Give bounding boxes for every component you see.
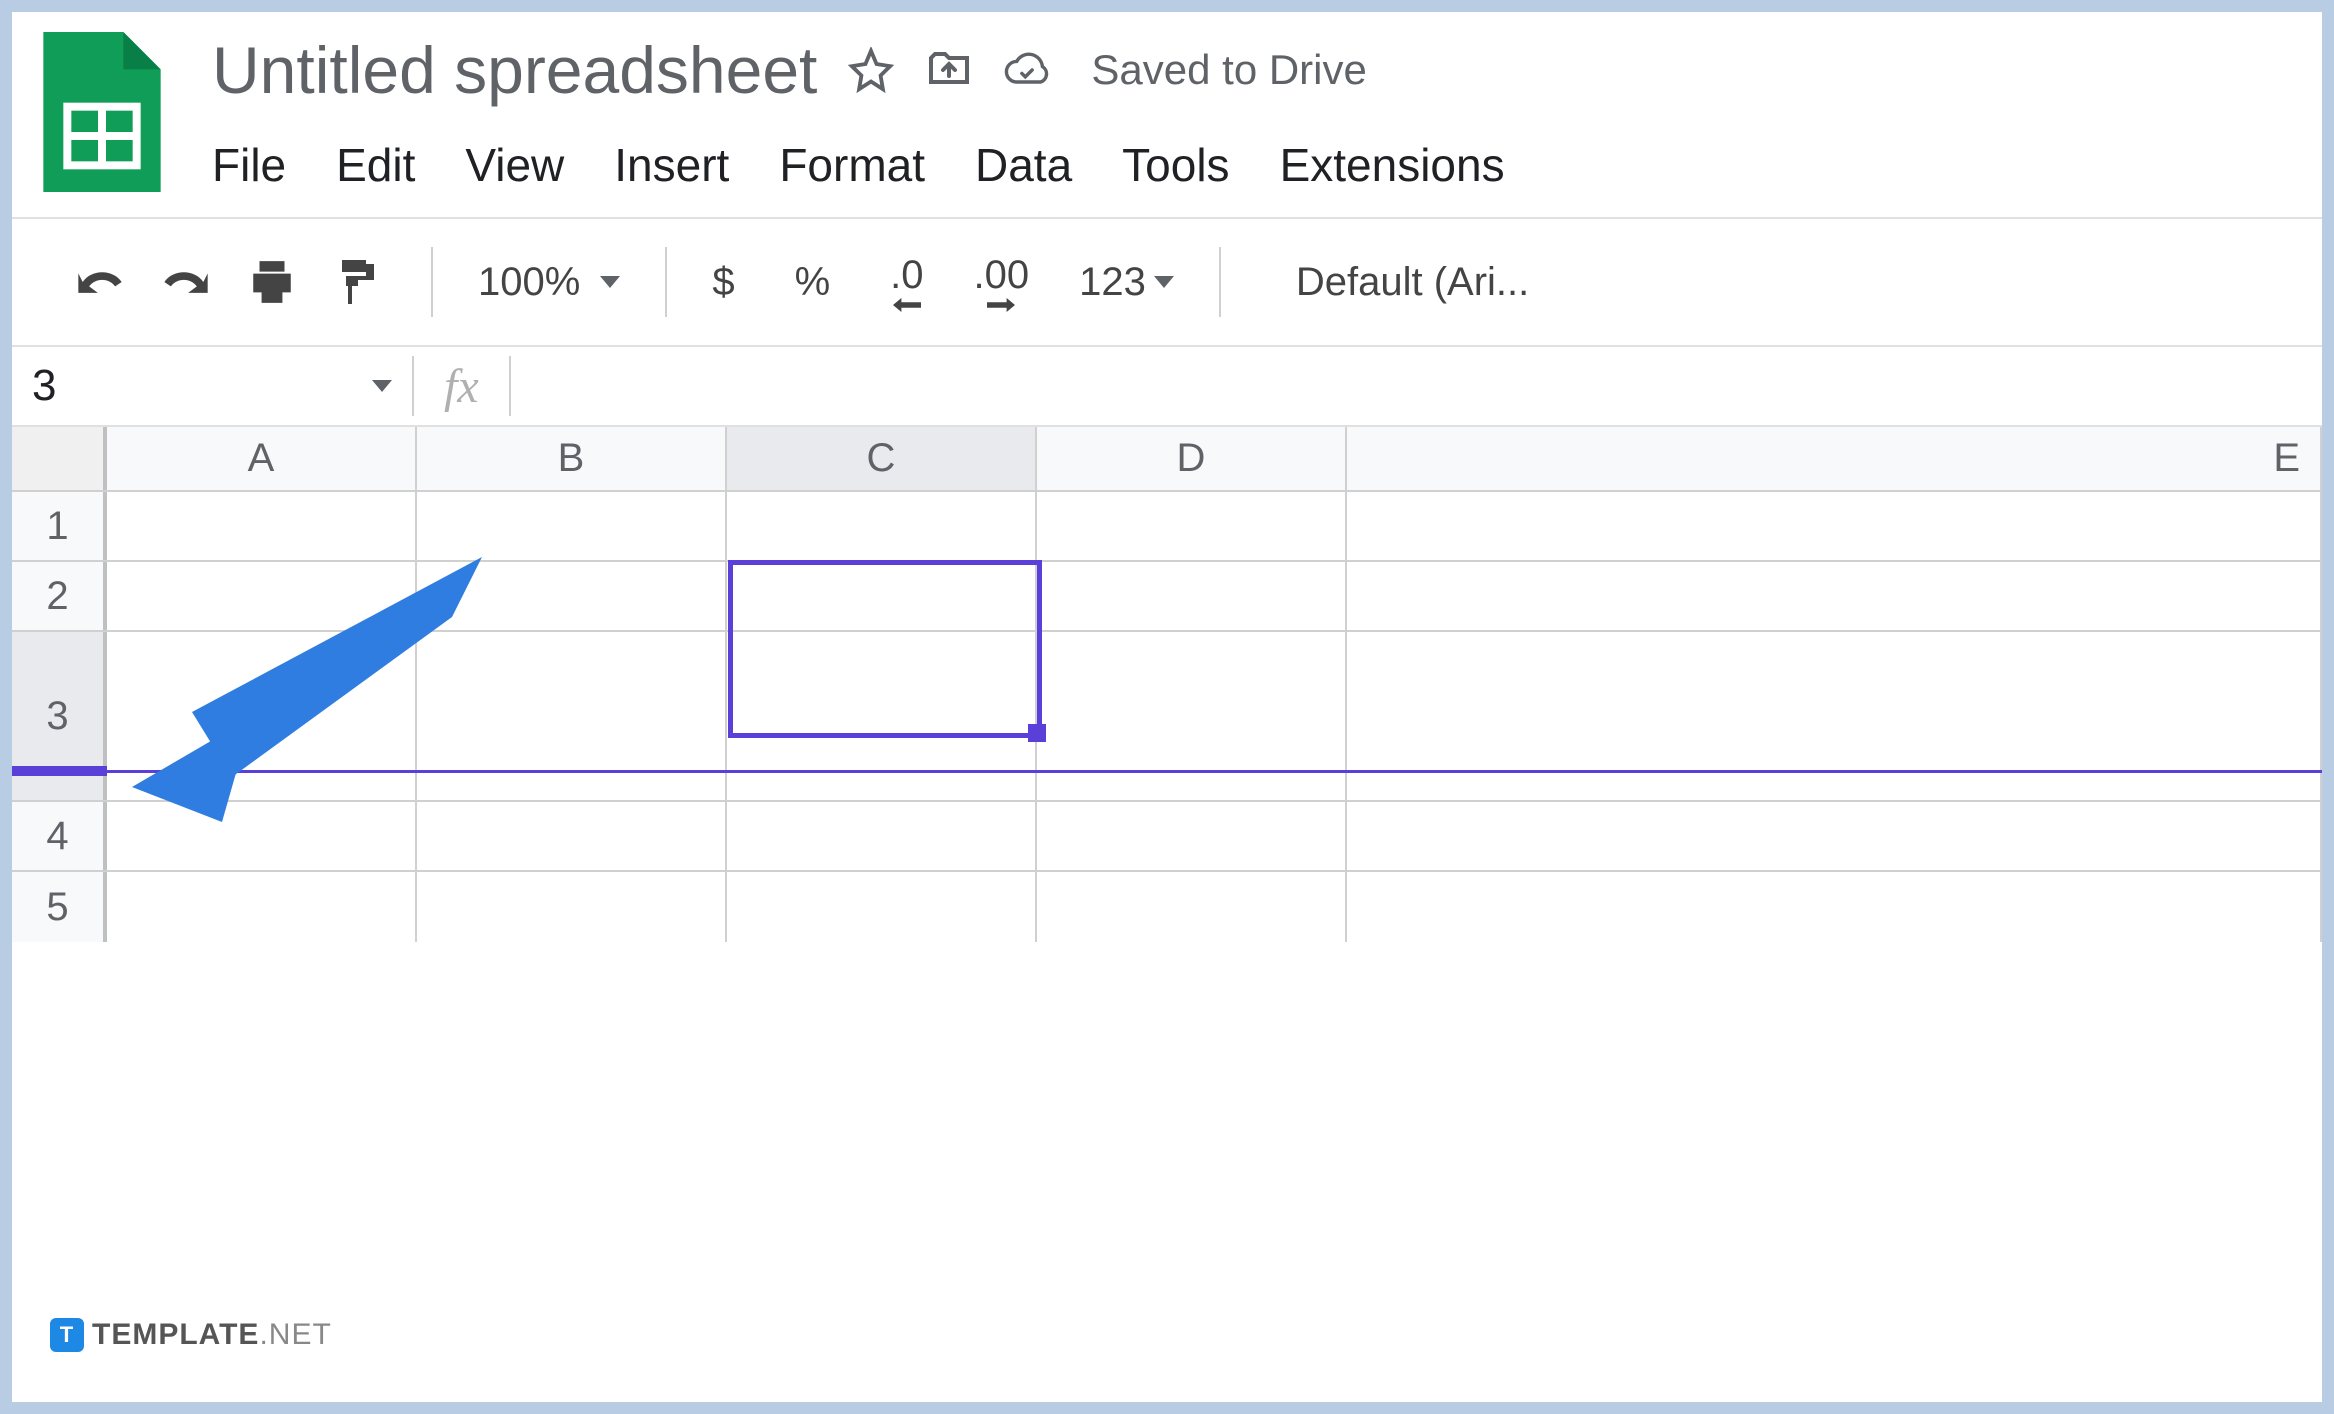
sheets-logo[interactable] — [42, 32, 162, 192]
star-icon[interactable] — [847, 46, 895, 94]
cell-d5[interactable] — [1037, 872, 1347, 942]
name-box-value: 3 — [32, 361, 56, 411]
cell-c1[interactable] — [727, 492, 1037, 560]
row-header-2[interactable]: 2 — [12, 562, 107, 630]
menu-bar: File Edit View Insert Format Data Tools … — [212, 138, 2292, 217]
toolbar-separator — [1219, 247, 1221, 317]
menu-data[interactable]: Data — [975, 138, 1072, 192]
chevron-down-icon — [372, 380, 392, 392]
cell-b5[interactable] — [417, 872, 727, 942]
fx-label: fx — [414, 359, 509, 414]
cell-e5[interactable] — [1347, 872, 2322, 942]
zoom-dropdown[interactable]: 100% — [478, 260, 620, 305]
cell-b4[interactable] — [417, 802, 727, 870]
cell-a3[interactable] — [107, 632, 417, 800]
row-1: 1 — [12, 492, 2322, 562]
title-icons: Saved to Drive — [847, 46, 1366, 94]
number-format-label: 123 — [1079, 260, 1146, 305]
cell-b3[interactable] — [417, 632, 727, 800]
cell-e3[interactable] — [1347, 632, 2322, 800]
cell-d1[interactable] — [1037, 492, 1347, 560]
column-header-d[interactable]: D — [1037, 427, 1347, 490]
toolbar-separator — [431, 247, 433, 317]
cell-e4[interactable] — [1347, 802, 2322, 870]
column-header-e[interactable]: E — [1347, 427, 2322, 490]
cell-b2[interactable] — [417, 562, 727, 630]
menu-format[interactable]: Format — [779, 138, 925, 192]
percent-button[interactable]: % — [795, 260, 831, 305]
toolbar: 100% $ % .0 .00 123 Default (Ari... — [12, 217, 2322, 347]
column-header-b[interactable]: B — [417, 427, 727, 490]
app-window: Untitled spreadsheet Saved to Drive File — [12, 12, 2322, 1402]
increase-decimal-label: .00 — [974, 253, 1030, 298]
menu-view[interactable]: View — [465, 138, 564, 192]
menu-extensions[interactable]: Extensions — [1280, 138, 1505, 192]
chevron-down-icon — [600, 276, 620, 288]
cell-b1[interactable] — [417, 492, 727, 560]
undo-icon[interactable] — [72, 254, 128, 310]
watermark-text: TEMPLATE.NET — [92, 1318, 332, 1352]
chevron-down-icon — [1154, 276, 1174, 288]
formula-separator — [509, 356, 511, 416]
cell-d2[interactable] — [1037, 562, 1347, 630]
cell-e2[interactable] — [1347, 562, 2322, 630]
redo-icon[interactable] — [158, 254, 214, 310]
cloud-status-icon[interactable] — [1003, 46, 1051, 94]
title-area: Untitled spreadsheet Saved to Drive File — [212, 32, 2292, 217]
currency-button[interactable]: $ — [712, 260, 734, 305]
row-resize-line — [12, 770, 2322, 773]
column-header-c[interactable]: C — [727, 427, 1037, 490]
name-box[interactable]: 3 — [12, 347, 412, 425]
cell-c5[interactable] — [727, 872, 1037, 942]
cell-d3[interactable] — [1037, 632, 1347, 800]
toolbar-separator — [665, 247, 667, 317]
formula-bar: 3 fx — [12, 347, 2322, 427]
column-header-a[interactable]: A — [107, 427, 417, 490]
row-header-4[interactable]: 4 — [12, 802, 107, 870]
row-header-1[interactable]: 1 — [12, 492, 107, 560]
header: Untitled spreadsheet Saved to Drive File — [12, 12, 2322, 217]
cell-c4[interactable] — [727, 802, 1037, 870]
menu-file[interactable]: File — [212, 138, 286, 192]
decrease-decimal-label: .0 — [890, 253, 923, 298]
print-icon[interactable] — [244, 254, 300, 310]
save-status[interactable]: Saved to Drive — [1091, 46, 1366, 94]
cell-a2[interactable] — [107, 562, 417, 630]
row-5: 5 — [12, 872, 2322, 942]
cell-d4[interactable] — [1037, 802, 1347, 870]
watermark-logo-icon: T — [50, 1318, 84, 1352]
font-dropdown[interactable]: Default (Ari... — [1296, 260, 1529, 305]
row-header-5[interactable]: 5 — [12, 872, 107, 942]
document-title[interactable]: Untitled spreadsheet — [212, 32, 817, 108]
paint-format-icon[interactable] — [330, 254, 386, 310]
title-row: Untitled spreadsheet Saved to Drive — [212, 32, 2292, 108]
spreadsheet-grid: A B C D E 1 2 3 — [12, 427, 2322, 942]
menu-insert[interactable]: Insert — [614, 138, 729, 192]
number-format-dropdown[interactable]: 123 — [1079, 260, 1174, 305]
menu-edit[interactable]: Edit — [336, 138, 415, 192]
row-2: 2 — [12, 562, 2322, 632]
cell-a1[interactable] — [107, 492, 417, 560]
row-3: 3 — [12, 632, 2322, 802]
zoom-value: 100% — [478, 260, 580, 305]
menu-tools[interactable]: Tools — [1122, 138, 1229, 192]
selection-outline — [728, 560, 1042, 738]
move-folder-icon[interactable] — [925, 46, 973, 94]
increase-decimal-button[interactable]: .00 — [974, 253, 1030, 312]
decrease-decimal-button[interactable]: .0 — [890, 253, 923, 312]
row-4: 4 — [12, 802, 2322, 872]
select-all-corner[interactable] — [12, 427, 107, 490]
cell-a5[interactable] — [107, 872, 417, 942]
grid-rows: 1 2 3 — [12, 492, 2322, 942]
fill-handle[interactable] — [1028, 724, 1046, 742]
column-headers: A B C D E — [12, 427, 2322, 492]
cell-a4[interactable] — [107, 802, 417, 870]
watermark: T TEMPLATE.NET — [32, 1308, 350, 1362]
cell-e1[interactable] — [1347, 492, 2322, 560]
